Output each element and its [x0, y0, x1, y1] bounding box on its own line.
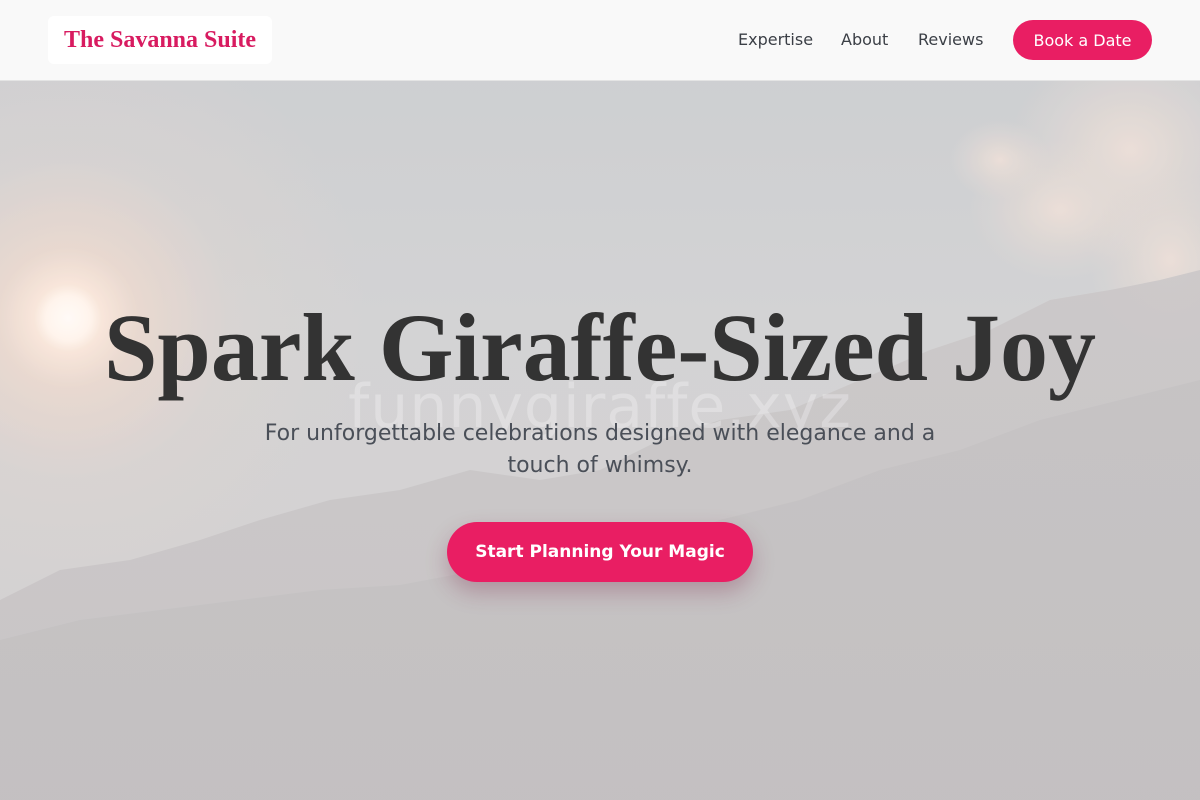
hero-headline: Spark Giraffe-Sized Joy: [104, 294, 1096, 401]
nav-link-reviews[interactable]: Reviews: [918, 29, 983, 51]
navbar: The Savanna Suite Expertise About Review…: [0, 0, 1200, 81]
hero-section: funnygiraffe.xyz Spark Giraffe-Sized Joy…: [0, 0, 1200, 800]
start-planning-button[interactable]: Start Planning Your Magic: [447, 522, 753, 582]
hero-subtitle: For unforgettable celebrations designed …: [264, 421, 936, 478]
nav-link-about[interactable]: About: [841, 29, 888, 51]
book-a-date-button[interactable]: Book a Date: [1013, 20, 1152, 60]
nav-link-expertise[interactable]: Expertise: [738, 29, 813, 51]
brand-logo[interactable]: The Savanna Suite: [48, 16, 272, 64]
